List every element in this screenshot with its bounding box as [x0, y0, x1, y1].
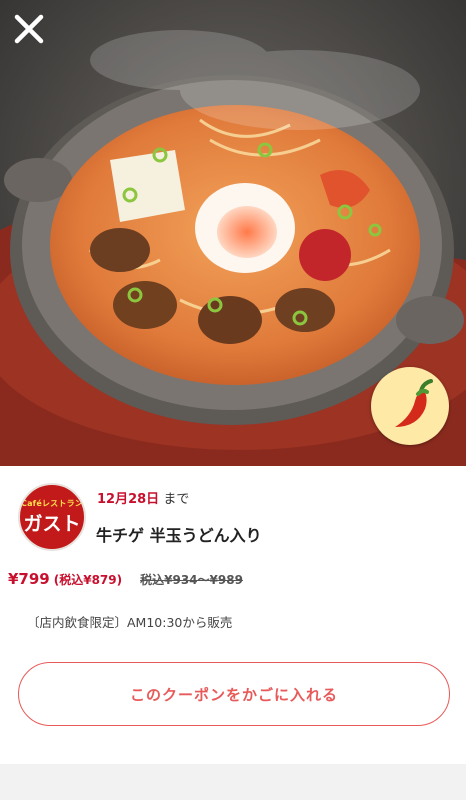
footer-band: [0, 764, 466, 800]
expiry-suffix: まで: [163, 492, 190, 507]
spicy-badge: [371, 367, 449, 445]
coupon-info: Caféレストラン ガスト 12月28日 まで 牛チゲ 半玉うどん入り ¥799…: [0, 466, 466, 764]
logo-subtitle: Caféレストラン: [21, 499, 83, 508]
availability-note: 〔店内飲食限定〕AM10:30から販売: [27, 615, 233, 630]
price-row: ¥799 (税込¥879) 税込¥934〜¥989: [8, 570, 243, 588]
close-icon: [14, 14, 44, 44]
expiry-date: 12月28日: [97, 492, 160, 507]
hero-image: [0, 0, 466, 466]
chili-pepper-icon: [395, 379, 433, 427]
close-button[interactable]: [10, 10, 48, 48]
expiry-text: 12月28日 まで: [97, 488, 189, 507]
shop-logo: Caféレストラン ガスト: [18, 483, 86, 551]
product-name: 牛チゲ 半玉うどん入り: [96, 526, 262, 545]
logo-name: ガスト: [23, 513, 81, 535]
original-price: 税込¥934〜¥989: [140, 573, 243, 587]
price: ¥799: [8, 570, 50, 588]
price-tax-included: (税込¥879): [53, 573, 123, 587]
add-to-cart-button[interactable]: このクーポンをかごに入れる: [18, 662, 450, 726]
